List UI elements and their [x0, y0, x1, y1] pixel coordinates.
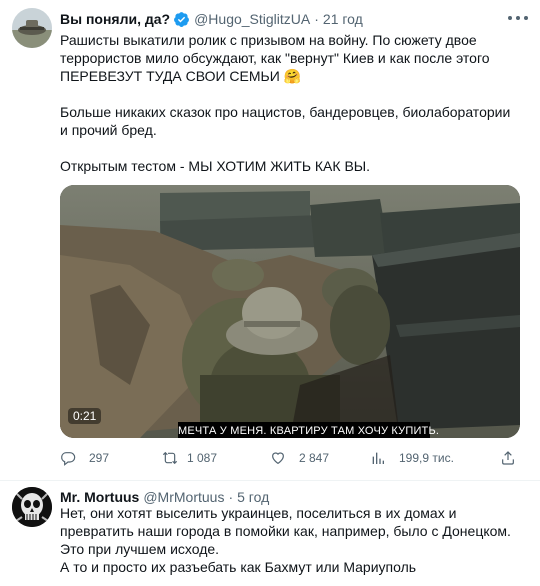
reply-tweet[interactable]: Mr. Mortuus @MrMortuus · 5 год Нет, они …	[0, 482, 540, 586]
reply-button[interactable]: 297	[60, 450, 109, 466]
reply-avatar[interactable]	[12, 487, 52, 527]
retweet-count: 1 087	[187, 451, 218, 465]
author-handle[interactable]: @Hugo_StiglitzUA	[194, 11, 310, 27]
views-count: 199,9 тис.	[399, 451, 454, 465]
tweet-paragraph: Рашисты выкатили ролик с призывом на вой…	[60, 32, 490, 84]
retweet-button[interactable]: 1 087	[162, 450, 217, 466]
views-button[interactable]: 199,9 тис.	[370, 450, 454, 466]
reply-line: А то и просто их разъебать как Бахмут ил…	[60, 559, 417, 575]
reply-line: Нет, они хотят выселить украинцев, посел…	[60, 505, 511, 557]
tweet-paragraph: Открытым тестом - МЫ ХОТИМ ЖИТЬ КАК ВЫ.	[60, 158, 371, 174]
like-count: 2 847	[299, 451, 330, 465]
reply-icon	[61, 452, 76, 466]
reply-text: Нет, они хотят выселить украинцев, посел…	[60, 504, 530, 576]
tweet-header: Вы поняли, да? @Hugo_StiglitzUA · 21 год	[60, 9, 363, 29]
separator-dot: ·	[314, 11, 319, 27]
tweet-paragraph: Больше никаких сказок про нацистов, банд…	[60, 104, 511, 138]
author-avatar[interactable]	[12, 8, 52, 48]
video-subtitle: МЕЧТА У МЕНЯ. КВАРТИРУ ТАМ ХОЧУ КУПИТЬ.	[178, 422, 439, 438]
tweet-text: Рашисты выкатили ролик с призывом на вой…	[60, 31, 520, 175]
tweet-time[interactable]: 21 год	[323, 11, 363, 27]
share-button[interactable]	[500, 450, 516, 466]
reply-time[interactable]: 5 год	[237, 489, 269, 505]
author-name[interactable]: Вы поняли, да?	[60, 11, 170, 27]
like-button[interactable]: 2 847	[270, 450, 329, 466]
verified-badge-icon	[174, 11, 190, 27]
reply-author-handle[interactable]: @MrMortuus	[143, 489, 224, 505]
tweet[interactable]: Вы поняли, да? @Hugo_StiglitzUA · 21 год…	[0, 0, 540, 481]
share-icon	[502, 451, 514, 465]
video-frame	[60, 185, 520, 438]
retweet-icon	[162, 451, 178, 465]
tweet-actions: 297 1 087 2 847 199,9 тис.	[60, 450, 530, 470]
video-timestamp: 0:21	[68, 408, 102, 424]
more-icon[interactable]	[508, 10, 528, 26]
separator-dot: ·	[228, 489, 234, 505]
reply-count: 297	[89, 451, 110, 465]
views-icon	[372, 452, 384, 464]
video-player[interactable]: 0:21 МЕЧТА У МЕНЯ. КВАРТИРУ ТАМ ХОЧУ КУП…	[60, 185, 520, 438]
like-icon	[272, 452, 284, 465]
reply-author-name[interactable]: Mr. Mortuus	[60, 489, 139, 505]
